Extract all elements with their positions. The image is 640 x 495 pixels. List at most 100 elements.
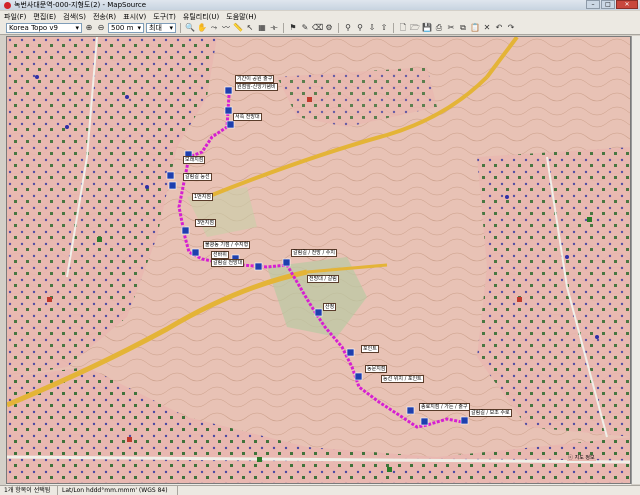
waypoint-icon[interactable] (354, 372, 363, 381)
waypoint-icon[interactable] (346, 348, 355, 357)
waypoint-icon[interactable] (166, 171, 175, 180)
map-tool-icon[interactable]: ▦ (257, 23, 267, 33)
select-tool-icon[interactable]: ↖ (245, 23, 255, 33)
waypoint-icon[interactable] (226, 120, 235, 129)
track-tool-icon[interactable]: 〰 (221, 23, 231, 33)
window-controls: – □ ✕ (586, 0, 638, 9)
waypoint-label[interactable]: 모래지점 (183, 156, 206, 164)
vertical-scrollbar[interactable] (631, 36, 640, 484)
menu-search[interactable]: 검색(S) (63, 12, 86, 22)
chevron-down-icon: ▾ (75, 24, 79, 32)
poi-marker (127, 437, 132, 442)
pencil-icon[interactable]: ✎ (300, 23, 310, 33)
menu-bar: 파일(F) 편집(E) 검색(S) 전송(R) 표시(V) 도구(T) 유틸리티… (0, 11, 640, 22)
delete-icon[interactable]: ✕ (482, 23, 492, 33)
waypoint-label[interactable]: 갈림길 전망대 (211, 259, 245, 267)
toolbar-separator (283, 23, 284, 33)
print-icon[interactable]: ⎙ (434, 23, 444, 33)
waypoint-label[interactable]: 동문지점 (365, 365, 388, 373)
cut-icon[interactable]: ✂ (446, 23, 456, 33)
waypoint-icon[interactable] (224, 106, 233, 115)
detail-select[interactable]: 최대 ▾ (146, 23, 176, 33)
filter-icon[interactable]: ⚙ (324, 23, 334, 33)
map-canvas (7, 37, 630, 483)
zoom-scale-select[interactable]: 500 m ▾ (108, 23, 144, 33)
detail-value: 최대 (149, 24, 162, 32)
zoom-tool-icon[interactable]: 🔍 (185, 23, 195, 33)
coordinate-format: Lat/Lon hddd°mm.mmm' (WGS 84) (58, 486, 178, 495)
poi-marker (47, 297, 52, 302)
menu-utilities[interactable]: 유틸리티(U) (183, 12, 219, 22)
close-button[interactable]: ✕ (616, 0, 638, 9)
save-icon[interactable]: 💾 (422, 23, 432, 33)
zoom-in-icon[interactable]: ⊕ (84, 23, 94, 33)
waypoint-icon[interactable] (224, 86, 233, 95)
zoom-out-icon[interactable]: ⊖ (96, 23, 106, 33)
window-title: 녹번사대문역-000-지형도(2) - MapSource (14, 1, 147, 9)
toolbar: Korea Topo v9 ▾ ⊕ ⊖ 500 m ▾ 최대 ▾ 🔍 ✋ ⤳ 〰… (0, 22, 640, 35)
waypoint-icon[interactable] (254, 262, 263, 271)
open-icon[interactable]: 🗁 (410, 23, 420, 33)
poi-marker (257, 457, 262, 462)
menu-transfer[interactable]: 전송(R) (93, 12, 116, 22)
waypoint-icon[interactable] (420, 417, 429, 426)
toolbar-separator (393, 23, 394, 33)
waypoint-label[interactable]: 서쪽 전망대 (233, 113, 262, 121)
map-product-select[interactable]: Korea Topo v9 ▾ (6, 23, 82, 33)
waypoint-icon[interactable] (406, 406, 415, 415)
menu-help[interactable]: 도움말(H) (226, 12, 256, 22)
waypoint-icon[interactable] (168, 181, 177, 190)
chevron-down-icon: ▾ (137, 24, 141, 32)
hand-tool-icon[interactable]: ✋ (197, 23, 207, 33)
waypoint-label[interactable]: 갈림길 / 전망 / 수지 (291, 249, 337, 257)
waypoint-icon[interactable] (314, 308, 323, 317)
undo-icon[interactable]: ↶ (494, 23, 504, 33)
waypoint-label[interactable]: 갈림길 능선 (183, 173, 212, 181)
ruler-tool-icon[interactable]: 📏 (233, 23, 243, 33)
waypoint-label[interactable]: 불광동 기점 / 수지형 (203, 241, 251, 249)
paste-icon[interactable]: 📋 (470, 23, 480, 33)
poi-marker (595, 335, 599, 339)
menu-edit[interactable]: 편집(E) (33, 12, 56, 22)
waypoint-label[interactable]: 산정 (323, 303, 337, 311)
maximize-button[interactable]: □ (601, 0, 615, 9)
redo-icon[interactable]: ↷ (506, 23, 516, 33)
receive-icon[interactable]: ⇩ (367, 23, 377, 33)
waypoint-icon[interactable]: ⚑ (288, 23, 298, 33)
toolbar-separator (338, 23, 339, 33)
new-icon[interactable]: 🗋 (398, 23, 408, 33)
poi-marker (65, 125, 69, 129)
route-tool-icon[interactable]: ⤳ (209, 23, 219, 33)
selection-status: 1개 항목이 선택됨 (0, 486, 58, 495)
waypoint-label[interactable]: 갈림길 / 보조 수로 (469, 409, 512, 417)
waypoint-icon[interactable] (460, 416, 469, 425)
waypoint-label[interactable]: 능선 위치 / 포인트 (381, 375, 424, 383)
measure-tool-icon[interactable]: ⟛ (269, 23, 279, 33)
waypoint-label[interactable]: 선바위 (211, 251, 229, 259)
menu-tools[interactable]: 도구(T) (153, 12, 176, 22)
waypoint-icon[interactable] (282, 258, 291, 267)
waypoint-label[interactable]: 종료지점 / 가든 / 출구 (419, 403, 470, 411)
find-icon[interactable]: ⚲ (355, 23, 365, 33)
waypoint-icon[interactable] (181, 226, 190, 235)
map-view[interactable]: 기간이 공원 출구 원점앞-신앙기념비 서쪽 전망대 모래지점 갈림길 능선 1… (6, 36, 631, 484)
menu-view[interactable]: 표시(V) (123, 12, 146, 22)
waypoint-icon[interactable] (191, 248, 200, 257)
copy-icon[interactable]: ⧉ (458, 23, 468, 33)
poi-marker (145, 185, 149, 189)
minimize-button[interactable]: – (586, 0, 600, 9)
poi-marker (517, 297, 522, 302)
title-bar: 녹번사대문역-000-지형도(2) - MapSource – □ ✕ (0, 0, 640, 10)
waypoint-label[interactable]: 포인트 (361, 345, 379, 353)
menu-file[interactable]: 파일(F) (4, 12, 26, 22)
waypoint-label[interactable]: 원점앞-신앙기념비 (235, 83, 278, 91)
waypoint-label[interactable]: 3번지점 (195, 219, 216, 227)
binoculars-icon[interactable]: ⚲ (343, 23, 353, 33)
app-icon (4, 1, 11, 9)
send-icon[interactable]: ⇧ (379, 23, 389, 33)
waypoint-label[interactable]: 전망대 / 갈림 (307, 275, 339, 283)
poi-marker (587, 217, 592, 222)
waypoint-label[interactable]: 기간이 공원 출구 (235, 75, 275, 83)
eraser-icon[interactable]: ⌫ (312, 23, 323, 33)
waypoint-label[interactable]: 1번지점 (192, 193, 213, 201)
